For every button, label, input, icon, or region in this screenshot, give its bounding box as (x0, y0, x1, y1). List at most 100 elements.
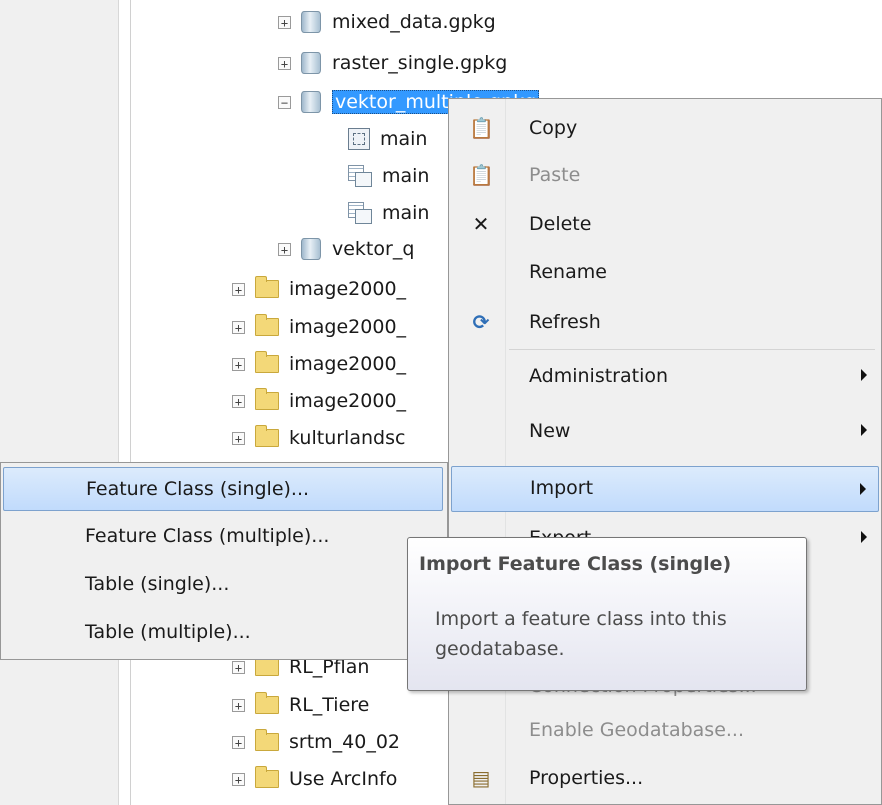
tree-item-label: main (380, 128, 428, 150)
feature-class-icon (348, 128, 370, 150)
expand-icon[interactable]: + (232, 735, 245, 749)
tree-item-feature-class[interactable]: main (348, 122, 427, 156)
tree-item-raster-single[interactable]: + raster_single.gpkg (278, 46, 507, 80)
folder-icon (255, 388, 279, 410)
expand-icon[interactable]: + (232, 431, 245, 445)
database-icon (301, 52, 321, 74)
submenu-item-table-multiple[interactable]: Table (multiple)... (3, 611, 443, 655)
tooltip-description: Import a feature class into this geodata… (435, 608, 727, 660)
tree-item-folder[interactable]: + image2000_ (232, 272, 406, 306)
expand-icon[interactable]: + (232, 394, 245, 408)
folder-icon (255, 425, 279, 447)
tree-item-label: image2000_ (289, 278, 407, 300)
menu-item-label: Delete (529, 213, 592, 235)
submenu-arrow-icon (861, 424, 867, 436)
database-icon (301, 91, 321, 113)
menu-item-label: Properties... (529, 767, 644, 789)
import-submenu: Feature Class (single)... Feature Class … (0, 462, 448, 660)
submenu-arrow-icon (860, 483, 866, 495)
folder-icon (255, 276, 279, 298)
menu-item-enable-geodatabase[interactable]: Enable Geodatabase... (451, 711, 879, 751)
expand-icon[interactable]: + (232, 357, 245, 371)
menu-item-rename[interactable]: Rename (451, 253, 879, 293)
menu-item-refresh[interactable]: ⟳ Refresh (451, 303, 879, 343)
expand-icon[interactable]: + (232, 320, 245, 334)
tree-item-folder[interactable]: + kulturlandsc (232, 421, 405, 455)
tree-item-label: image2000_ (289, 316, 407, 338)
expand-icon[interactable]: + (278, 15, 291, 29)
database-icon (301, 11, 321, 33)
menu-item-import[interactable]: Import (451, 466, 879, 512)
tooltip: Import Feature Class (single) Import a f… (407, 537, 807, 691)
folder-icon (255, 729, 279, 751)
menu-item-label: Administration (529, 365, 669, 387)
table-icon (348, 202, 372, 224)
tree-item-folder[interactable]: + image2000_ (232, 347, 406, 381)
tree-item-folder[interactable]: + Use ArcInfo (232, 762, 397, 796)
expand-icon[interactable]: + (232, 282, 245, 296)
tree-item-mixed-data[interactable]: + mixed_data.gpkg (278, 5, 496, 39)
folder-icon (255, 314, 279, 336)
left-panel-gutter (0, 0, 119, 805)
tree-item-vektor-q[interactable]: + vektor_q (278, 232, 414, 266)
expand-icon[interactable]: + (232, 698, 245, 712)
expand-icon[interactable]: + (232, 772, 245, 786)
submenu-item-label: Feature Class (single)... (86, 478, 310, 500)
submenu-item-label: Table (single)... (85, 573, 230, 595)
menu-item-label: Enable Geodatabase... (529, 719, 745, 741)
menu-item-label: Copy (529, 117, 578, 139)
tree-item-label: main (382, 165, 430, 187)
menu-item-copy[interactable]: 📋 Copy (451, 109, 879, 149)
menu-separator (509, 349, 875, 350)
tree-item-label: vektor_q (332, 238, 415, 260)
menu-item-label: Paste (529, 164, 581, 186)
properties-icon: ▤ (471, 766, 491, 790)
delete-icon: ✕ (472, 212, 490, 236)
submenu-item-feature-class-multiple[interactable]: Feature Class (multiple)... (3, 515, 443, 559)
folder-icon (255, 351, 279, 373)
copy-icon: 📋 (469, 116, 494, 140)
menu-item-paste[interactable]: 📋 Paste (451, 156, 879, 196)
tree-item-label: raster_single.gpkg (332, 52, 508, 74)
submenu-item-label: Table (multiple)... (85, 621, 251, 643)
menu-item-label: Rename (529, 261, 607, 283)
submenu-item-feature-class-single[interactable]: Feature Class (single)... (3, 467, 443, 511)
folder-icon (255, 692, 279, 714)
tree-item-label: main (382, 202, 430, 224)
submenu-arrow-icon (861, 369, 867, 381)
tree-item-folder[interactable]: + image2000_ (232, 310, 406, 344)
tree-guide-line (130, 0, 131, 805)
menu-item-label: New (529, 420, 571, 442)
menu-item-properties[interactable]: ▤ Properties... (451, 759, 879, 799)
database-icon (301, 238, 321, 260)
submenu-item-label: Feature Class (multiple)... (85, 525, 330, 547)
context-menu: 📋 Copy 📋 Paste ✕ Delete Rename ⟳ Refresh… (448, 98, 882, 805)
tree-item-label: image2000_ (289, 390, 407, 412)
menu-item-administration[interactable]: Administration (451, 357, 879, 397)
tree-item-folder[interactable]: + image2000_ (232, 384, 406, 418)
folder-icon (255, 654, 279, 676)
tree-item-folder[interactable]: + RL_Tiere (232, 688, 369, 722)
tree-item-folder[interactable]: + srtm_40_02 (232, 725, 400, 759)
expand-icon[interactable]: + (278, 242, 291, 256)
tree-item-label: RL_Tiere (289, 694, 370, 716)
collapse-icon[interactable]: − (278, 95, 291, 109)
tree-item-label: kulturlandsc (289, 427, 406, 449)
tree-item-label: Use ArcInfo (289, 768, 398, 790)
menu-item-new[interactable]: New (451, 412, 879, 452)
table-icon (348, 165, 372, 187)
menu-item-delete[interactable]: ✕ Delete (451, 205, 879, 245)
refresh-icon: ⟳ (472, 310, 490, 334)
tree-item-label: mixed_data.gpkg (332, 11, 496, 33)
tooltip-title: Import Feature Class (single) (419, 553, 732, 575)
folder-icon (255, 766, 279, 788)
tree-item-label: srtm_40_02 (289, 731, 401, 753)
tree-item-table[interactable]: main (348, 159, 429, 193)
submenu-arrow-icon (861, 531, 867, 543)
tree-item-table[interactable]: main (348, 196, 429, 230)
expand-icon[interactable]: + (232, 660, 245, 674)
submenu-item-table-single[interactable]: Table (single)... (3, 563, 443, 607)
paste-icon: 📋 (469, 163, 494, 187)
expand-icon[interactable]: + (278, 56, 291, 70)
menu-item-label: Refresh (529, 311, 601, 333)
